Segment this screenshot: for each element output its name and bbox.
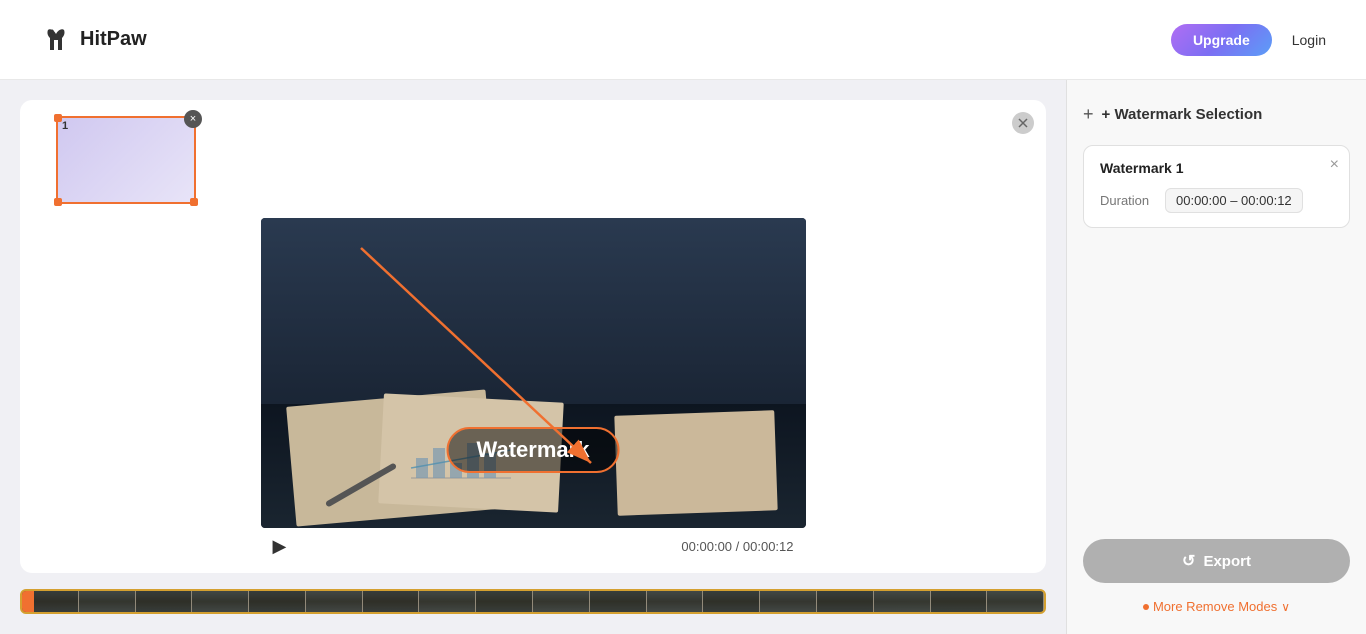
logo-text: HitPaw bbox=[80, 28, 147, 51]
handle-br[interactable] bbox=[190, 198, 198, 206]
timeline-frame bbox=[590, 591, 647, 612]
timeline-frame bbox=[476, 591, 533, 612]
video-frame: Watermark bbox=[261, 218, 806, 528]
timeline-frame bbox=[703, 591, 760, 612]
current-time: 00:00:00 bbox=[681, 539, 732, 554]
more-modes-label: More Remove Modes bbox=[1153, 599, 1277, 614]
hitpaw-logo-icon bbox=[40, 24, 72, 56]
main-content: 1 × bbox=[0, 80, 1366, 634]
duration-label: Duration bbox=[1100, 193, 1155, 208]
timeline-frame bbox=[647, 591, 704, 612]
timeline-frame bbox=[817, 591, 874, 612]
watermark-card: × Watermark 1 Duration 00:00:00 – 00:00:… bbox=[1083, 145, 1350, 228]
timeline-frame bbox=[760, 591, 817, 612]
header-actions: Upgrade Login bbox=[1171, 24, 1326, 56]
watermark-card-title: Watermark 1 bbox=[1100, 160, 1333, 176]
orange-dot-icon bbox=[1143, 604, 1149, 610]
timeline-frame bbox=[419, 591, 476, 612]
timeline-frame bbox=[363, 591, 420, 612]
spacer bbox=[1083, 244, 1350, 523]
video-controls: ▶ 00:00:00 / 00:00:12 bbox=[261, 528, 806, 557]
handle-bl[interactable] bbox=[54, 198, 62, 206]
time-display: 00:00:00 / 00:00:12 bbox=[681, 539, 793, 554]
watermark-text-label: Watermark bbox=[447, 427, 620, 473]
export-label: Export bbox=[1203, 553, 1251, 570]
timeline-frame bbox=[987, 591, 1044, 612]
watermark-card-close-button[interactable]: × bbox=[1330, 156, 1339, 174]
thumb-number: 1 bbox=[62, 120, 68, 132]
login-button[interactable]: Login bbox=[1292, 32, 1326, 48]
timeline-frame bbox=[136, 591, 193, 612]
export-button[interactable]: ↺ Export bbox=[1083, 539, 1350, 583]
add-watermark-button[interactable]: + + Watermark Selection bbox=[1083, 100, 1350, 129]
duration-value: 00:00:00 – 00:00:12 bbox=[1165, 188, 1303, 213]
video-background: Watermark bbox=[261, 218, 806, 528]
timeline-frame bbox=[533, 591, 590, 612]
duration-row: Duration 00:00:00 – 00:00:12 bbox=[1100, 188, 1333, 213]
export-icon: ↺ bbox=[1182, 551, 1195, 571]
more-remove-modes-button[interactable]: More Remove Modes ∨ bbox=[1083, 599, 1350, 614]
left-panel: 1 × bbox=[0, 80, 1066, 634]
watermark-thumbnail[interactable]: 1 × bbox=[56, 116, 196, 204]
plus-icon: + bbox=[1083, 104, 1094, 125]
video-close-button[interactable] bbox=[1012, 112, 1034, 134]
video-container: 1 × bbox=[20, 100, 1046, 573]
watermark-selection-label: + Watermark Selection bbox=[1102, 106, 1263, 123]
chevron-down-icon: ∨ bbox=[1281, 600, 1290, 614]
logo: HitPaw bbox=[40, 24, 147, 56]
right-panel: + + Watermark Selection × Watermark 1 Du… bbox=[1066, 80, 1366, 634]
timeline-frame bbox=[306, 591, 363, 612]
timeline[interactable] bbox=[20, 589, 1046, 614]
total-time: 00:00:12 bbox=[743, 539, 794, 554]
timeline-playhead[interactable] bbox=[22, 589, 34, 614]
timeline-frames bbox=[22, 591, 1044, 612]
watermark-thumb-inner: 1 bbox=[58, 118, 194, 202]
timeline-frame bbox=[192, 591, 249, 612]
header: HitPaw Upgrade Login bbox=[0, 0, 1366, 80]
video-scene bbox=[261, 218, 806, 528]
timeline-frame bbox=[874, 591, 931, 612]
handle-tl[interactable] bbox=[54, 114, 62, 122]
upgrade-button[interactable]: Upgrade bbox=[1171, 24, 1272, 56]
timeline-frame bbox=[931, 591, 988, 612]
time-separator: / bbox=[736, 539, 743, 554]
thumb-close-button[interactable]: × bbox=[184, 110, 202, 128]
timeline-frame bbox=[79, 591, 136, 612]
play-button[interactable]: ▶ bbox=[273, 536, 287, 557]
timeline-frame bbox=[249, 591, 306, 612]
